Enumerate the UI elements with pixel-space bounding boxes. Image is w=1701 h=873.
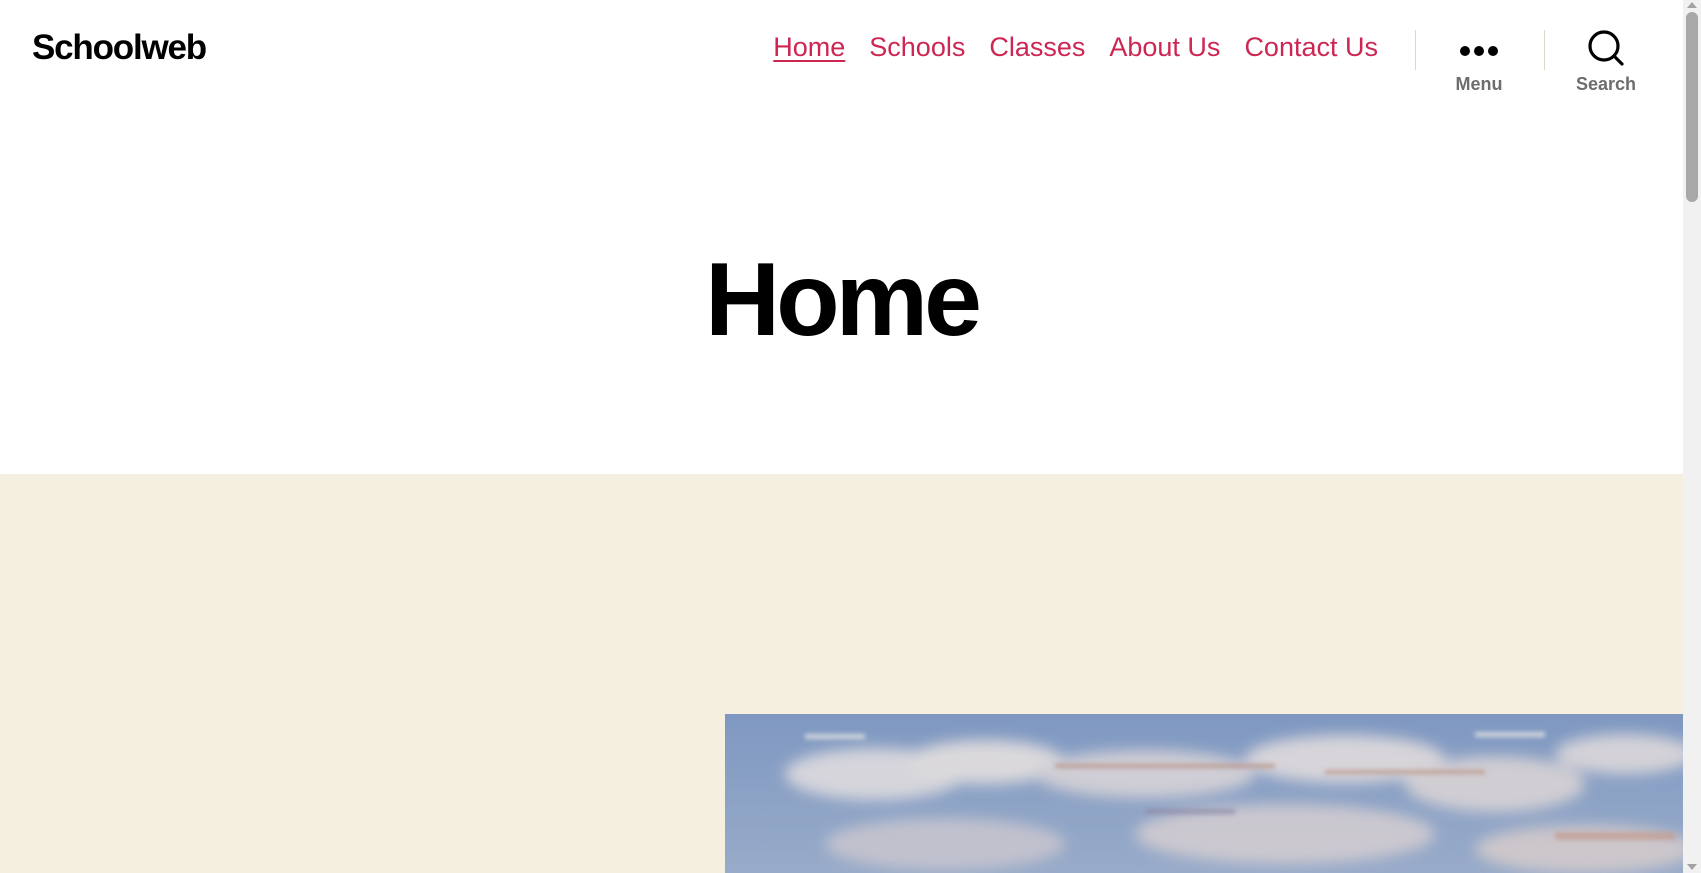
search-icon <box>1551 28 1661 68</box>
scroll-down-icon[interactable] <box>1687 864 1697 870</box>
menu-toggle-label: Menu <box>1455 74 1503 94</box>
nav-item-classes[interactable]: Classes <box>989 32 1085 63</box>
primary-nav: Home Schools Classes About Us Contact Us <box>773 32 1378 63</box>
scrollbar-thumb[interactable] <box>1686 12 1698 202</box>
cover-image <box>725 714 1683 873</box>
menu-toggle-button[interactable]: Menu <box>1424 28 1534 95</box>
header-divider <box>1544 30 1545 70</box>
site-header: Schoolweb Home Schools Classes About Us … <box>0 0 1683 120</box>
nav-item-contact-us[interactable]: Contact Us <box>1244 32 1378 63</box>
page-title: Home <box>705 242 982 358</box>
ellipsis-icon <box>1424 28 1534 68</box>
scroll-up-icon[interactable] <box>1687 2 1697 8</box>
nav-item-home[interactable]: Home <box>773 32 845 63</box>
page-scrollbar[interactable] <box>1683 0 1701 873</box>
search-toggle-button[interactable]: Search <box>1551 28 1661 95</box>
search-toggle-label: Search <box>1575 74 1637 94</box>
nav-item-about-us[interactable]: About Us <box>1109 32 1220 63</box>
nav-item-schools[interactable]: Schools <box>869 32 965 63</box>
site-title-link[interactable]: Schoolweb <box>32 28 207 68</box>
header-divider <box>1415 30 1416 70</box>
